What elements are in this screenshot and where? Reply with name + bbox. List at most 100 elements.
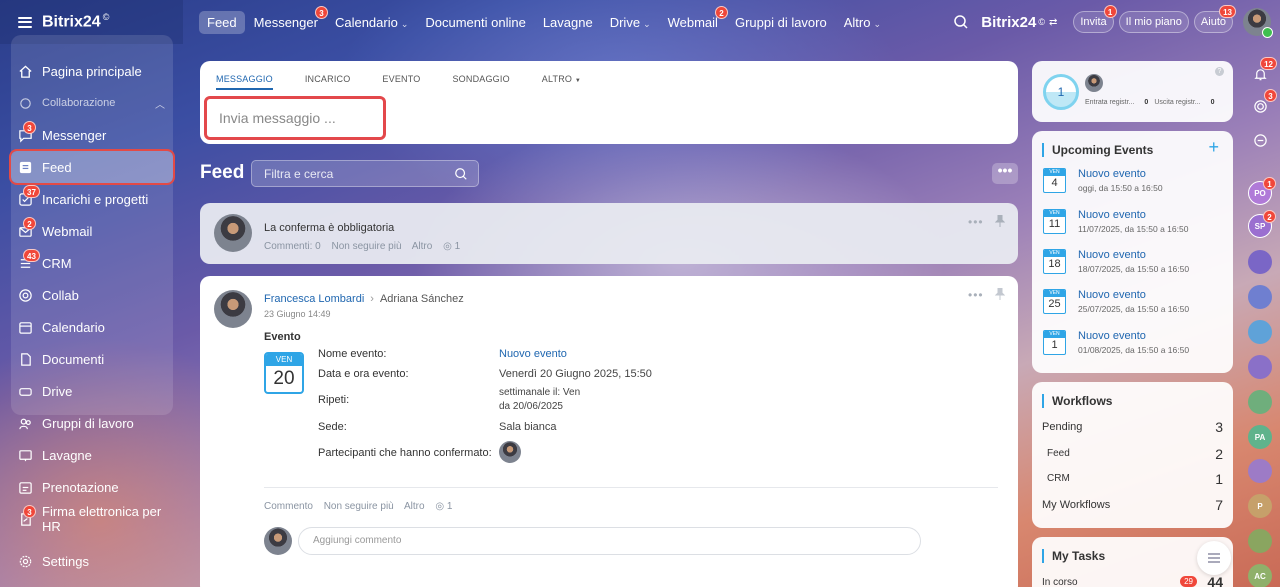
avatar[interactable] [214, 290, 252, 328]
tab-messaggio[interactable]: MESSAGGIO [216, 74, 273, 90]
event-name-link[interactable]: Nuovo evento [499, 348, 567, 360]
sidebar-item-feed[interactable]: Feed [9, 149, 175, 185]
my-workflows-row[interactable]: My Workflows 7 [1042, 497, 1223, 513]
recipient-link[interactable]: Adriana Sánchez [380, 293, 464, 305]
workflows-pending-row[interactable]: Pending 3 [1042, 419, 1223, 435]
event-title[interactable]: Nuovo evento [1078, 168, 1146, 180]
my-plan-button[interactable]: Il mio piano [1118, 11, 1189, 33]
unfollow-link[interactable]: Non seguire più [331, 241, 401, 252]
chat-avatar-p[interactable]: P [1248, 494, 1272, 518]
topnav-gruppi[interactable]: Gruppi di lavoro [727, 11, 835, 34]
workflows-feed-row[interactable]: Feed 2 [1047, 446, 1223, 462]
topnav-webmail[interactable]: Webmail 2 [660, 5, 728, 34]
post-meta: Commento Non seguire più Altro ◎ 1 [264, 501, 468, 512]
sidebar-item-calendario[interactable]: Calendario [0, 311, 183, 343]
tab-altro[interactable]: ALTRO ▼ [542, 74, 581, 90]
help-button[interactable]: Aiuto 13 [1193, 5, 1236, 33]
chat-avatar[interactable] [1248, 529, 1272, 553]
brand-logo-right[interactable]: Bitrix24 © ⇄ [981, 14, 1057, 31]
participant-avatar[interactable] [499, 441, 521, 463]
widget-title[interactable]: My Tasks [1042, 549, 1105, 563]
bell-icon[interactable]: 12 [1248, 57, 1277, 86]
add-event-button[interactable]: + [1208, 137, 1219, 158]
sidebar-group-collaborazione[interactable]: Collaborazione ︿ [0, 87, 183, 119]
user-avatar[interactable] [1243, 8, 1273, 38]
more-link[interactable]: Altro [412, 241, 433, 252]
tab-evento[interactable]: EVENTO [382, 74, 420, 90]
sidebar-item-label: Calendario [42, 319, 105, 335]
comment-link[interactable]: Commento [264, 501, 313, 512]
menu-icon[interactable] [18, 16, 32, 28]
event-title[interactable]: Nuovo evento [1078, 209, 1146, 221]
list-icon[interactable] [1197, 541, 1231, 575]
topnav-lavagne[interactable]: Lavagne [535, 11, 601, 34]
booking-icon [18, 480, 33, 495]
topnav-documenti-online[interactable]: Documenti online [417, 11, 533, 34]
feed-search-input[interactable]: Filtra e cerca [251, 160, 479, 187]
chat-avatar[interactable] [1248, 390, 1272, 414]
sidebar-item-tasks[interactable]: 37 Incarichi e progetti [0, 183, 183, 215]
top-nav: Feed Messenger 3 Calendario ⌄ Documenti on… [199, 0, 890, 44]
topnav-calendario[interactable]: Calendario ⌄ [327, 11, 416, 34]
search-icon[interactable] [953, 14, 969, 30]
event-title[interactable]: Nuovo evento [1078, 249, 1146, 261]
sidebar-item-firma[interactable]: 3 Firma elettronica per HR [0, 503, 183, 535]
avatar[interactable] [214, 214, 252, 252]
sidebar-item-crm[interactable]: 43 CRM [0, 247, 183, 279]
invite-button[interactable]: Invita 1 [1073, 5, 1117, 33]
tab-sondaggio[interactable]: SONDAGGIO [452, 74, 509, 90]
spiral-icon[interactable]: 3 [1248, 89, 1277, 118]
tasks-in-progress-row[interactable]: In corso 29 44 [1042, 574, 1223, 587]
tab-incarico[interactable]: INCARICO [305, 74, 351, 90]
chat-avatar[interactable] [1248, 250, 1272, 274]
help-icon[interactable]: ? [1215, 67, 1224, 76]
more-link[interactable]: Altro [404, 501, 425, 512]
caret-down-icon: ▼ [574, 78, 581, 84]
topnav-feed[interactable]: Feed [199, 10, 245, 34]
sidebar-item-lavagne[interactable]: Lavagne [0, 439, 183, 471]
chat-avatar[interactable] [1248, 285, 1272, 309]
sidebar-item-documenti[interactable]: Documenti [0, 343, 183, 375]
pin-icon[interactable] [995, 288, 1005, 300]
sidebar-item-webmail[interactable]: 2 Webmail [0, 215, 183, 247]
post-title[interactable]: La conferma è obbligatoria [264, 222, 394, 234]
copilot-icon[interactable] [1248, 128, 1272, 152]
event-title[interactable]: Nuovo evento [1078, 330, 1146, 342]
sidebar-item-gruppi[interactable]: Gruppi di lavoro [0, 407, 183, 439]
chat-avatar[interactable] [1248, 355, 1272, 379]
feed-more-button[interactable]: ••• [992, 163, 1018, 184]
post-menu-button[interactable]: ••• [968, 215, 984, 229]
sidebar-item-collab[interactable]: Collab [0, 279, 183, 311]
search-icon[interactable] [454, 167, 468, 181]
event-title[interactable]: Nuovo evento [1078, 289, 1146, 301]
pin-icon[interactable] [995, 215, 1005, 227]
chat-avatar-pa[interactable]: PA [1248, 425, 1272, 449]
timeman-counter[interactable]: 1 [1043, 74, 1079, 110]
chat-avatar-po[interactable]: PO 1 [1248, 177, 1276, 205]
post-date[interactable]: 23 Giugno 14:49 [264, 309, 331, 319]
chat-avatar[interactable] [1248, 459, 1272, 483]
topnav-messenger[interactable]: Messenger 3 [246, 5, 328, 34]
chat-avatar-ac[interactable]: AC [1248, 564, 1272, 587]
sidebar-item-prenotazione[interactable]: Prenotazione [0, 471, 183, 503]
message-input[interactable]: Invia messaggio ... [204, 96, 386, 140]
workflows-crm-row[interactable]: CRM 1 [1047, 471, 1223, 487]
sidebar-item-drive[interactable]: Drive [0, 375, 183, 407]
brand-logo[interactable]: Bitrix24 © [42, 12, 109, 31]
sidebar-item-home[interactable]: Pagina principale [0, 55, 183, 87]
comments-link[interactable]: Commenti: 0 [264, 241, 321, 252]
add-comment-input[interactable]: Aggiungi commento [298, 527, 921, 555]
sidebar-item-settings[interactable]: Settings [0, 545, 183, 577]
chevron-up-icon[interactable]: ︿ [155, 96, 165, 111]
widget-title[interactable]: Workflows [1042, 394, 1112, 408]
chat-avatar-sp[interactable]: SP 2 [1248, 210, 1276, 238]
author-link[interactable]: Francesca Lombardi [264, 293, 364, 305]
topnav-drive[interactable]: Drive ⌄ [602, 11, 659, 34]
unfollow-link[interactable]: Non seguire più [324, 501, 394, 512]
topnav-altro[interactable]: Altro ⌄ [836, 11, 889, 34]
mail-icon: 2 [18, 216, 36, 239]
chat-avatar[interactable] [1248, 320, 1272, 344]
widget-title[interactable]: Upcoming Events [1042, 143, 1153, 157]
sidebar-item-messenger[interactable]: 3 Messenger [0, 119, 183, 151]
post-menu-button[interactable]: ••• [968, 288, 984, 302]
